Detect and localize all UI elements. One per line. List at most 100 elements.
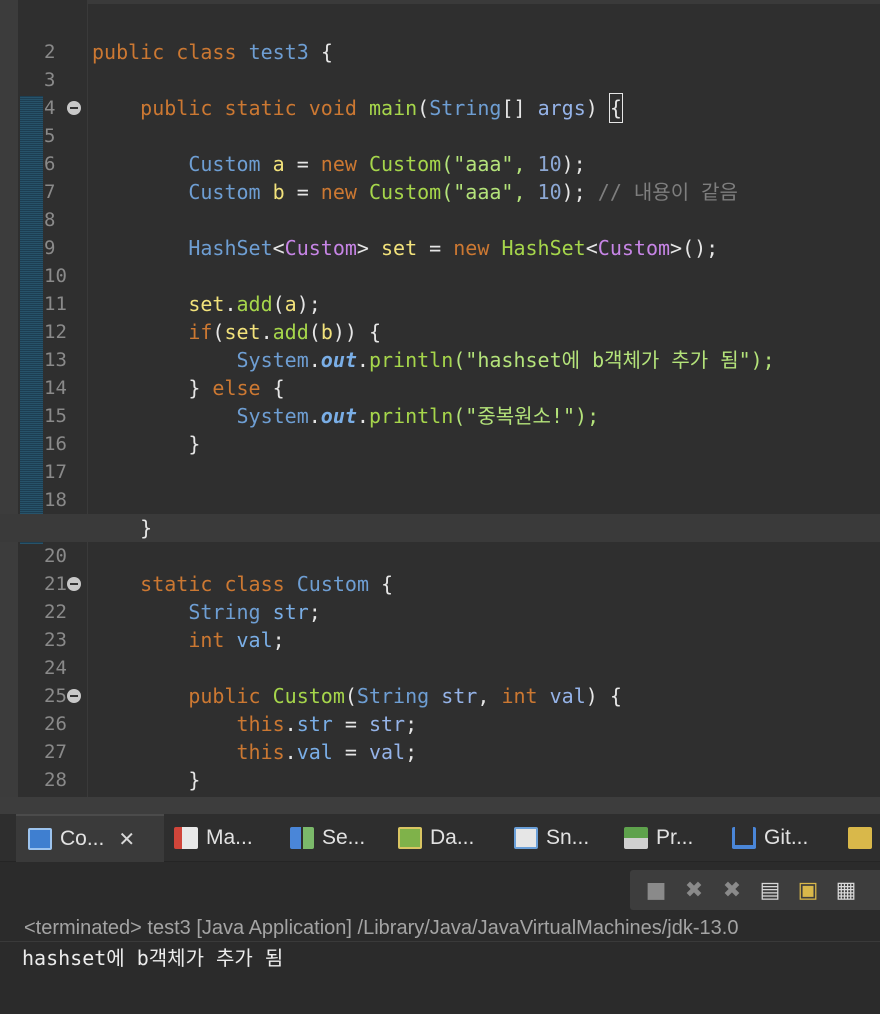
class-name: test3: [248, 40, 309, 64]
panel-splitter[interactable]: [0, 797, 880, 814]
code-token: .: [356, 348, 369, 372]
code-line[interactable]: 18: [0, 458, 880, 511]
code-token: int: [501, 684, 538, 708]
code-line[interactable]: 4: [0, 66, 880, 119]
type-name: Custom: [188, 152, 261, 176]
code-line[interactable]: 11: [0, 262, 880, 315]
code-token: .: [260, 320, 273, 344]
code-token: }: [188, 768, 201, 792]
tab-console[interactable]: Co... ✕: [16, 814, 164, 862]
code-line[interactable]: 21: [0, 542, 880, 595]
code-line[interactable]: 27 this.str = str;: [0, 710, 880, 763]
console-output[interactable]: hashset에 b객체가 추가 됨: [0, 942, 880, 1014]
generic-type: Custom: [284, 236, 357, 260]
code-line[interactable]: 13 if(set.add(b)) {: [0, 318, 880, 371]
code-token: =: [332, 712, 369, 736]
code-token: this: [236, 740, 285, 764]
progress-icon: [624, 827, 648, 849]
close-icon[interactable]: ✕: [118, 827, 135, 851]
code-line[interactable]: 19: [0, 486, 880, 539]
clear-console-icon[interactable]: ▤: [756, 876, 784, 904]
code-line[interactable]: 2: [0, 10, 880, 63]
parameter-name: args: [537, 96, 586, 120]
fold-toggle-icon[interactable]: [67, 577, 81, 591]
code-token: else: [212, 376, 261, 400]
code-token: =: [284, 180, 321, 204]
code-line[interactable]: 9: [0, 206, 880, 259]
code-token: }: [140, 516, 153, 540]
code-token: int: [188, 628, 225, 652]
snippets-icon: [514, 827, 538, 849]
code-token: ): [585, 96, 610, 120]
code-line[interactable]: 26 public Custom(String str, int val) {: [0, 682, 880, 735]
tab-snippets[interactable]: Sn...: [514, 814, 589, 862]
tab-label: Sn...: [546, 826, 590, 849]
current-code-line[interactable]: 20 }: [0, 514, 880, 567]
constructor-name: Custom: [368, 152, 442, 176]
code-token: new: [320, 180, 357, 204]
code-token: =: [417, 236, 454, 260]
tab-label: Ma...: [206, 826, 253, 849]
generic-type: Custom: [597, 236, 671, 260]
type-name: String: [188, 600, 261, 624]
code-line[interactable]: 24 int val;: [0, 626, 880, 679]
tab-servers[interactable]: Se...: [290, 814, 365, 862]
code-line[interactable]: 29 }: [0, 766, 880, 794]
remove-all-terminated-icon[interactable]: ✖: [718, 876, 746, 904]
constructor-name: Custom: [368, 180, 442, 204]
tab-overflow[interactable]: [848, 814, 872, 862]
method-name: println: [368, 404, 454, 428]
code-line[interactable]: 25: [0, 654, 880, 707]
tab-label: Git...: [764, 826, 809, 849]
code-line[interactable]: 12 set.add(a);: [0, 290, 880, 343]
code-token: static: [140, 572, 213, 596]
tab-git-staging[interactable]: Git...: [732, 814, 808, 862]
code-token: (: [212, 320, 225, 344]
console-toolbar-group: ■ ✖ ✖ ▤ ▣ ▦: [630, 870, 880, 910]
fold-toggle-icon[interactable]: [67, 101, 81, 115]
tab-label: Pr...: [656, 826, 694, 849]
code-line[interactable]: 10 HashSet<Custom> set = new HashSet<Cus…: [0, 234, 880, 287]
method-name: println: [368, 348, 454, 372]
code-token: .: [308, 348, 321, 372]
type-name: System: [236, 348, 309, 372]
code-line[interactable]: 14 System.out.println("hashset에 b객체가 추가 …: [0, 346, 880, 399]
code-token: (: [417, 96, 430, 120]
class-name: Custom: [296, 572, 369, 596]
tab-progress[interactable]: Pr...: [624, 814, 693, 862]
code-token: (: [272, 292, 285, 316]
code-token: ,: [477, 684, 502, 708]
scroll-lock-icon[interactable]: ▣: [794, 876, 822, 904]
code-token: }: [188, 432, 201, 456]
code-token: ();: [682, 236, 719, 260]
tab-data-source[interactable]: Da...: [398, 814, 474, 862]
code-token: .: [284, 712, 297, 736]
code-token: (: [308, 320, 321, 344]
code-line[interactable]: 23 String str;: [0, 598, 880, 651]
code-token: {: [320, 40, 333, 64]
code-line[interactable]: 17 }: [0, 430, 880, 483]
code-line[interactable]: 22 static class Custom {: [0, 570, 880, 623]
string-literal: ("aaa",: [441, 152, 538, 176]
word-wrap-icon[interactable]: ▦: [832, 876, 860, 904]
code-line[interactable]: 6: [0, 122, 880, 175]
parameter-name: str: [441, 684, 478, 708]
fold-toggle-icon[interactable]: [67, 689, 81, 703]
code-line[interactable]: 15 } else {: [0, 374, 880, 427]
code-token: .: [308, 404, 321, 428]
variable-name: a: [284, 292, 297, 316]
code-line[interactable]: 5 public static void main(String[] args)…: [0, 93, 880, 147]
code-line[interactable]: 28 this.val = val;: [0, 738, 880, 791]
remove-launch-icon[interactable]: ✖: [680, 876, 708, 904]
code-line[interactable]: 7 Custom a = new Custom("aaa", 10);: [0, 150, 880, 203]
code-editor[interactable]: 2 3 public class test3 { 4 5 public stat…: [0, 0, 880, 797]
code-line[interactable]: 3 public class test3 {: [0, 38, 880, 91]
string-literal: ("hashset에 b객체가 추가 됨");: [453, 348, 775, 372]
variable-name: b: [320, 320, 333, 344]
tab-markers[interactable]: Ma...: [174, 814, 253, 862]
field-name: str: [296, 712, 333, 736]
code-token: .: [224, 292, 237, 316]
terminate-icon[interactable]: ■: [642, 876, 670, 904]
code-line[interactable]: 8 Custom b = new Custom("aaa", 10); // 내…: [0, 178, 880, 231]
code-line[interactable]: 16 System.out.println("중복원소!");: [0, 402, 880, 455]
